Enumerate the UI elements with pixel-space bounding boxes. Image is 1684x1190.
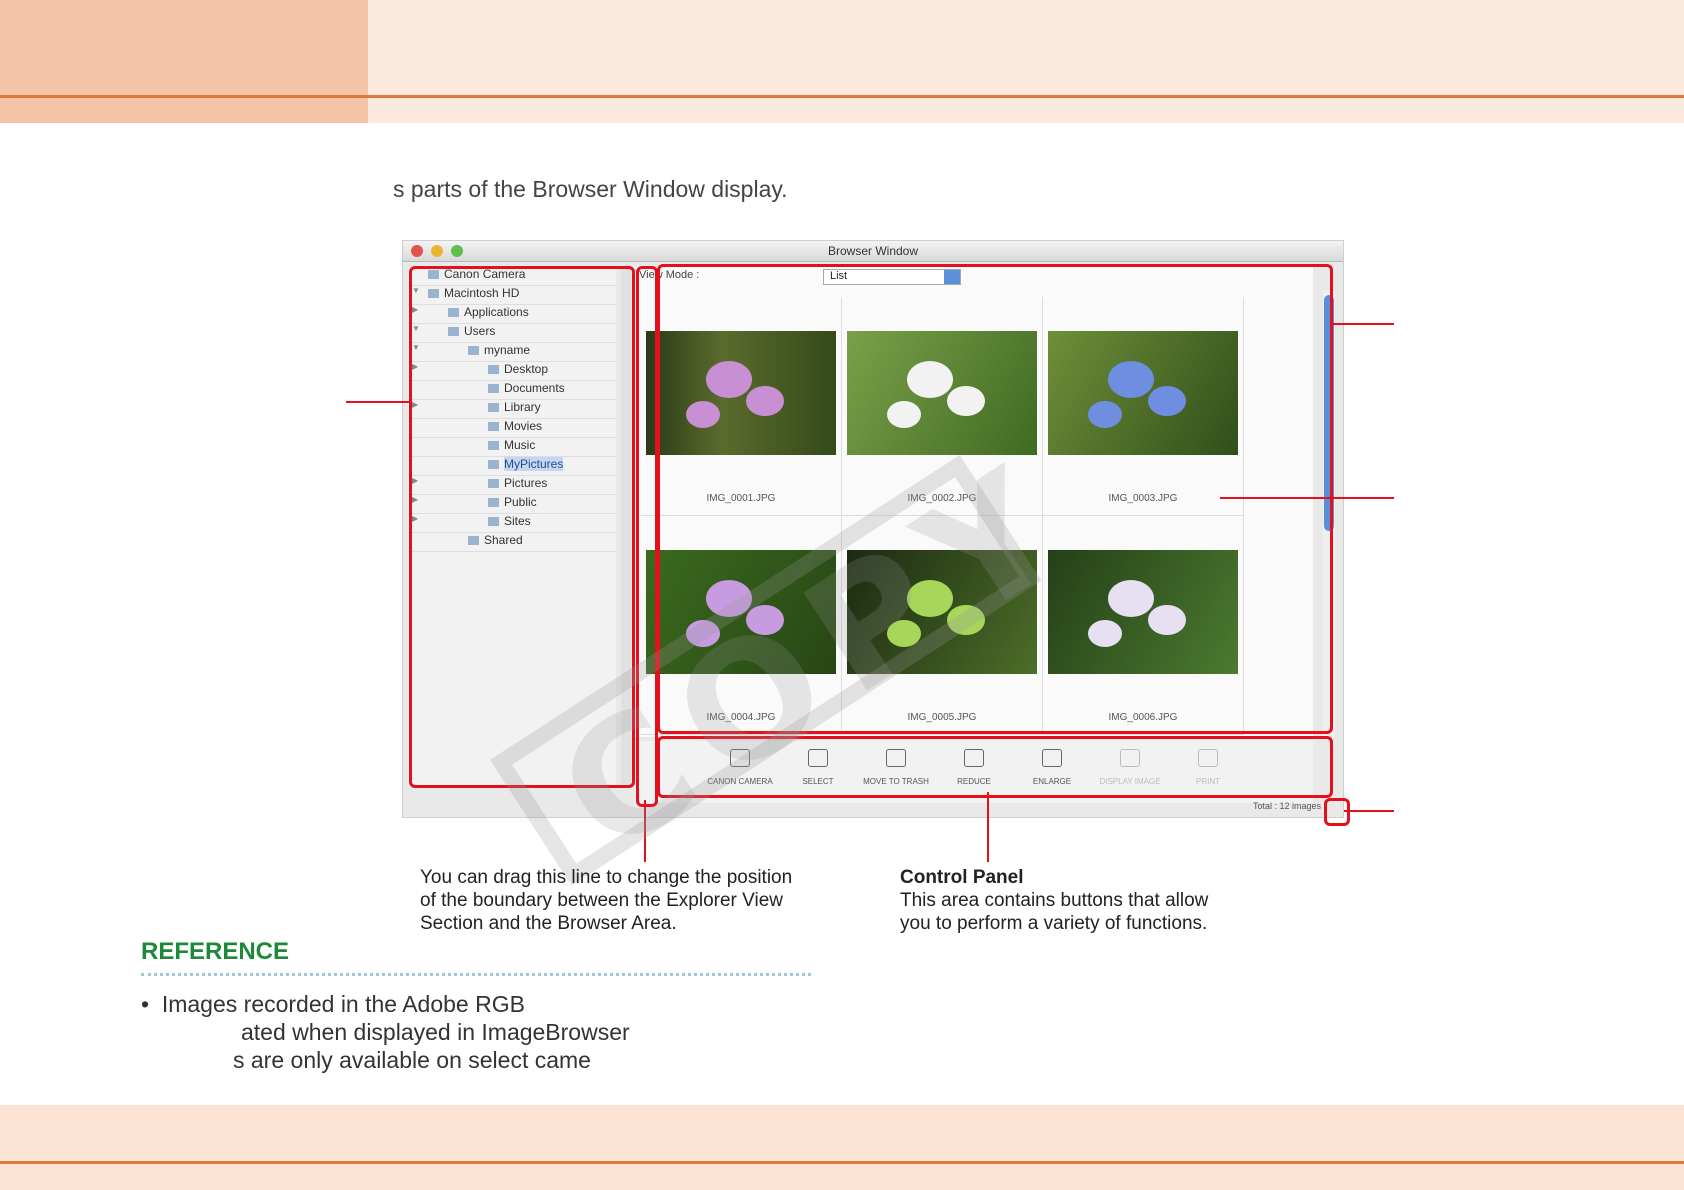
header-bar [368, 0, 1684, 123]
window-title: Browser Window [827, 244, 919, 258]
thumbnail-leader [1220, 497, 1394, 499]
resize-handle-highlight [1324, 798, 1350, 826]
header-rule [0, 95, 1684, 98]
control-panel-callout: Control Panel This area contains buttons… [900, 866, 1240, 935]
reference-bullet: • [141, 991, 150, 1017]
footer-bar [0, 1105, 1684, 1190]
footer-rule [0, 1161, 1684, 1164]
resize-leader [1344, 810, 1394, 812]
total-images: Total : 12 images [1252, 801, 1321, 811]
scrollbar-leader [1330, 323, 1394, 325]
reference-text: • Images recorded in the Adobe RGB ated … [141, 990, 630, 1074]
explorer-leader [346, 401, 411, 403]
header-tab [0, 0, 368, 123]
control-panel-callout-body: This area contains buttons that allow yo… [900, 890, 1209, 934]
reference-heading: REFERENCE [141, 938, 290, 965]
reference-divider [141, 973, 811, 976]
reference-line-2: ated when displayed in ImageBrowser [241, 1019, 630, 1045]
splitter-callout: You can drag this line to change the pos… [420, 867, 793, 934]
reference-line-1: Images recorded in the Adobe RGB [161, 991, 525, 1017]
control-panel-leader [987, 792, 989, 862]
control-panel-callout-title: Control Panel [900, 867, 1024, 888]
window-titlebar: Browser Window [403, 241, 1343, 262]
reference-line-3: s are only available on select came [233, 1047, 591, 1073]
intro-text: s parts of the Browser Window display. [393, 176, 788, 202]
